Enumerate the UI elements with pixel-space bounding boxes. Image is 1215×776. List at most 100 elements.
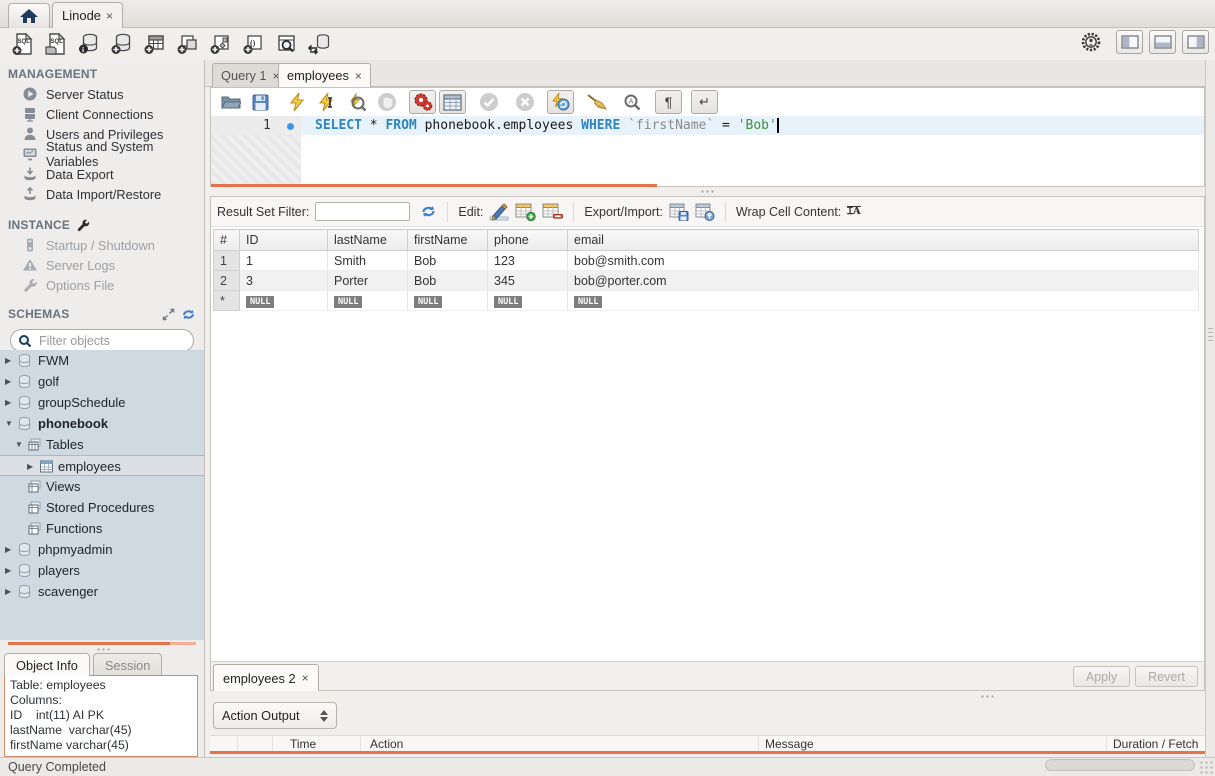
code-area[interactable]: 1 SELECT * FROM phonebook.employees WHER… bbox=[211, 116, 1204, 184]
null-cell[interactable]: NULL bbox=[408, 291, 488, 311]
create-view-button[interactable] bbox=[171, 30, 204, 58]
chevron-right-icon[interactable]: ▶ bbox=[5, 377, 11, 386]
tab-employees[interactable]: employees × bbox=[278, 63, 371, 87]
stop-button[interactable] bbox=[373, 90, 400, 114]
toggle-right-panel-button[interactable] bbox=[1182, 30, 1209, 54]
toggle-left-panel-button[interactable] bbox=[1116, 30, 1143, 54]
tree-item-functions[interactable]: Functions bbox=[0, 518, 204, 539]
wrap-cell-content-icon[interactable]: ꞮA bbox=[847, 206, 860, 217]
col-header-num[interactable]: # bbox=[214, 230, 240, 251]
output-col-time[interactable]: Time bbox=[290, 737, 316, 751]
chevron-right-icon[interactable]: ▶ bbox=[5, 566, 11, 575]
tree-item-schema[interactable]: ▶ scavenger bbox=[0, 581, 204, 602]
null-cell[interactable]: NULL bbox=[240, 291, 328, 311]
create-procedure-button[interactable] bbox=[204, 30, 237, 58]
schema-filter-input[interactable] bbox=[37, 333, 177, 349]
sidebar-item-server-logs[interactable]: Server Logs bbox=[0, 255, 204, 275]
find-button[interactable]: A bbox=[619, 90, 646, 114]
result-filter-input[interactable] bbox=[315, 202, 410, 221]
create-table-button[interactable] bbox=[138, 30, 171, 58]
cell[interactable]: Bob bbox=[408, 271, 488, 291]
toggle-wrap-button[interactable]: ↵ bbox=[691, 90, 718, 114]
cell[interactable]: 3 bbox=[240, 271, 328, 291]
limit-rows-button[interactable] bbox=[439, 90, 466, 114]
refresh-schemas-icon[interactable] bbox=[181, 308, 196, 321]
chevron-right-icon[interactable]: ▶ bbox=[5, 587, 11, 596]
close-icon[interactable]: × bbox=[106, 10, 113, 22]
col-header-firstname[interactable]: firstName bbox=[408, 230, 488, 251]
tree-item-schema[interactable]: ▶ groupSchedule bbox=[0, 392, 204, 413]
output-col-message[interactable]: Message bbox=[765, 737, 814, 751]
explain-button[interactable] bbox=[343, 90, 370, 114]
col-header-id[interactable]: ID bbox=[240, 230, 328, 251]
null-cell[interactable]: NULL bbox=[488, 291, 568, 311]
edit-cell-icon[interactable] bbox=[489, 203, 509, 221]
tree-item-schema[interactable]: ▶ phpmyadmin bbox=[0, 539, 204, 560]
sidebar-item-options-file[interactable]: Options File bbox=[0, 275, 204, 295]
reconnect-dbms-button[interactable] bbox=[303, 30, 336, 58]
cell[interactable]: 123 bbox=[488, 251, 568, 271]
col-header-lastname[interactable]: lastName bbox=[328, 230, 408, 251]
open-script-button[interactable] bbox=[217, 90, 244, 114]
cell[interactable]: Porter bbox=[328, 271, 408, 291]
search-table-data-button[interactable] bbox=[270, 30, 303, 58]
tree-item-schema[interactable]: ▶ golf bbox=[0, 371, 204, 392]
delete-row-icon[interactable] bbox=[542, 203, 563, 221]
chevron-down-icon[interactable]: ▼ bbox=[15, 440, 23, 449]
right-panel-grip[interactable] bbox=[1208, 328, 1213, 344]
cell[interactable]: Bob bbox=[408, 251, 488, 271]
sidebar-item-client-connections[interactable]: Client Connections bbox=[0, 104, 204, 124]
tree-item-views[interactable]: Views bbox=[0, 476, 204, 497]
editor-result-splitter-handle[interactable] bbox=[700, 189, 716, 194]
tree-item-stored-procedures[interactable]: Stored Procedures bbox=[0, 497, 204, 518]
close-icon[interactable]: × bbox=[302, 672, 309, 684]
toggle-stop-on-error-button[interactable] bbox=[409, 90, 436, 114]
insert-row-icon[interactable] bbox=[515, 203, 536, 221]
cell[interactable]: bob@smith.com bbox=[568, 251, 1199, 271]
cell[interactable]: bob@porter.com bbox=[568, 271, 1199, 291]
chevron-down-icon[interactable]: ▼ bbox=[5, 419, 13, 428]
chevron-right-icon[interactable]: ▶ bbox=[5, 545, 11, 554]
chevron-right-icon[interactable]: ▶ bbox=[27, 462, 33, 471]
horizontal-scrollbar-thumb[interactable] bbox=[1045, 759, 1195, 771]
toggle-autocommit-button[interactable] bbox=[547, 90, 574, 114]
home-tab[interactable] bbox=[8, 3, 50, 28]
commit-button[interactable] bbox=[475, 90, 502, 114]
import-recordset-icon[interactable] bbox=[695, 203, 715, 221]
open-sql-script-button[interactable]: SQL bbox=[39, 30, 72, 58]
col-header-email[interactable]: email bbox=[568, 230, 1199, 251]
clear-query-button[interactable] bbox=[583, 90, 610, 114]
execute-button[interactable] bbox=[283, 90, 310, 114]
create-function-button[interactable]: () bbox=[237, 30, 270, 58]
table-row[interactable]: 1 1 Smith Bob 123 bob@smith.com bbox=[214, 251, 1199, 271]
null-cell[interactable]: NULL bbox=[328, 291, 408, 311]
right-panel-strip[interactable] bbox=[1205, 60, 1215, 757]
tree-item-schema[interactable]: ▶ players bbox=[0, 560, 204, 581]
window-resize-grip[interactable] bbox=[1199, 760, 1213, 774]
table-row[interactable]: 2 3 Porter Bob 345 bob@porter.com bbox=[214, 271, 1199, 291]
show-invisibles-button[interactable]: ¶ bbox=[655, 90, 682, 114]
toggle-bottom-panel-button[interactable] bbox=[1149, 30, 1176, 54]
output-col-action[interactable]: Action bbox=[370, 737, 403, 751]
col-header-phone[interactable]: phone bbox=[488, 230, 568, 251]
chevron-right-icon[interactable]: ▶ bbox=[5, 356, 11, 365]
inspect-database-button[interactable]: i bbox=[72, 30, 105, 58]
tree-item-table-employees[interactable]: ▶ employees bbox=[0, 455, 204, 476]
sidebar-item-status-system-variables[interactable]: Status and System Variables bbox=[0, 144, 204, 164]
sidebar-item-startup-shutdown[interactable]: Startup / Shutdown bbox=[0, 235, 204, 255]
output-col-duration[interactable]: Duration / Fetch bbox=[1113, 737, 1198, 751]
export-recordset-icon[interactable] bbox=[669, 203, 689, 221]
expand-panel-icon[interactable] bbox=[162, 308, 175, 321]
output-splitter-handle[interactable] bbox=[980, 694, 996, 699]
new-sql-tab-button[interactable]: SQL bbox=[6, 30, 39, 58]
close-icon[interactable]: × bbox=[355, 70, 362, 82]
cell[interactable]: 345 bbox=[488, 271, 568, 291]
connection-tab[interactable]: Linode × bbox=[52, 2, 123, 28]
tab-session[interactable]: Session bbox=[93, 653, 163, 676]
tab-object-info[interactable]: Object Info bbox=[4, 653, 90, 676]
null-cell[interactable]: NULL bbox=[568, 291, 1199, 311]
cell[interactable]: 1 bbox=[240, 251, 328, 271]
sidebar-item-server-status[interactable]: Server Status bbox=[0, 84, 204, 104]
revert-button[interactable]: Revert bbox=[1135, 666, 1198, 687]
execute-current-statement-button[interactable] bbox=[313, 90, 340, 114]
